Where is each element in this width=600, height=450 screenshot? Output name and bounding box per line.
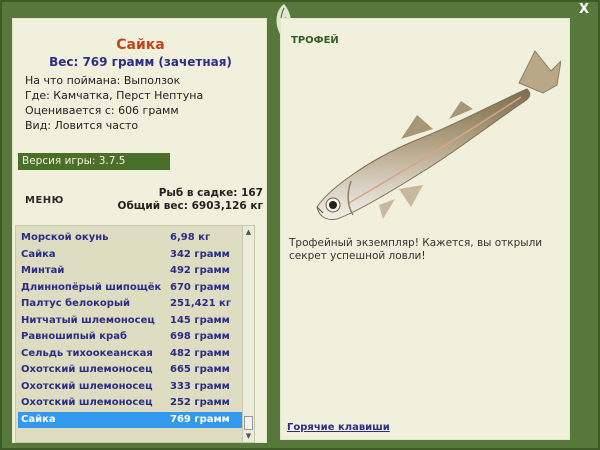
trophy-panel: ТРОФЕЙ Трофейный экземпляр! Кажется, вы … [280, 18, 570, 440]
catch-list-row[interactable]: Нитчатый шлемоносец 145 грамм [18, 313, 244, 329]
catch-list-row[interactable]: Сайка 769 грамм [18, 411, 244, 428]
catch-fish-name: Длиннопёрый шипощёк [21, 281, 162, 293]
catch-list-row[interactable]: Равношипый краб 698 грамм [18, 329, 244, 345]
catch-fish-name: Палтус белокорый [21, 298, 130, 309]
fish-info: На что поймана: Выползок Где: Камчатка, … [25, 73, 203, 133]
catch-fish-weight: 333 грамм [170, 380, 230, 392]
catch-fish-name: Морской окунь [21, 232, 109, 243]
catch-list-row[interactable]: Охотский шлемоносец 665 грамм [18, 362, 244, 378]
trophy-title: ТРОФЕЙ [291, 35, 339, 46]
fish-name: Сайка [116, 37, 165, 53]
catch-fish-weight: 252 грамм [170, 397, 230, 408]
catch-fish-name: Охотский шлемоносец [21, 397, 153, 408]
catch-fish-name: Охотский шлемоносец [21, 380, 153, 392]
catch-fish-name: Сайка [21, 413, 56, 425]
total-weight: Общий вес: 6903,126 кг [117, 200, 263, 212]
catch-fish-name: Сельдь тихоокеанская [21, 347, 153, 359]
catch-list-row[interactable]: Длиннопёрый шипощёк 670 грамм [18, 280, 244, 296]
trophy-message: Трофейный экземпляр! Кажется, вы открыли… [289, 237, 543, 262]
catch-fish-name: Нитчатый шлемоносец [21, 314, 155, 326]
fish-count: Рыб в садке: 167 [158, 187, 263, 199]
catch-list-row[interactable]: Минтай 492 грамм [18, 263, 244, 279]
catch-fish-weight: 769 грамм [170, 413, 230, 425]
rating-info: Оценивается с: 606 грамм [25, 104, 179, 117]
catch-list-row[interactable]: Охотский шлемоносец 252 грамм [18, 395, 244, 411]
catch-fish-name: Минтай [21, 265, 65, 276]
catch-fish-weight: 145 грамм [170, 314, 230, 326]
fish-weight: Вес: 769 грамм (зачетная) [49, 55, 232, 69]
scroll-thumb[interactable] [244, 416, 253, 430]
catch-fish-weight: 251,421 кг [170, 298, 232, 309]
catch-list-row[interactable]: Охотский шлемоносец 333 грамм [18, 379, 244, 395]
catch-fish-name: Охотский шлемоносец [21, 364, 153, 375]
hotkeys-link[interactable]: Горячие клавиши [287, 422, 390, 433]
catch-fish-weight: 342 грамм [170, 248, 230, 260]
fish-image [316, 50, 561, 220]
catch-fish-name: Сайка [21, 248, 56, 260]
catch-fish-weight: 670 грамм [170, 281, 230, 293]
catch-list-row[interactable]: Сельдь тихоокеанская 482 грамм [18, 346, 244, 362]
keepnet-stats: Рыб в садке: 167 Общий вес: 6903,126 кг [118, 187, 263, 213]
scroll-down-arrow-icon[interactable]: ▼ [243, 431, 254, 441]
catch-list-row[interactable]: Сайка 342 грамм [18, 247, 244, 263]
scroll-up-arrow-icon[interactable]: ▲ [243, 227, 254, 237]
game-version: Версия игры: 3.7.5 [18, 153, 170, 170]
frequency-info: Вид: Ловится часто [25, 119, 139, 132]
catch-fish-name: Равношипый краб [21, 331, 127, 342]
catch-fish-weight: 482 грамм [170, 347, 230, 359]
close-button[interactable]: X [576, 2, 592, 18]
catch-fish-weight: 492 грамм [170, 265, 230, 276]
catch-fish-weight: 6,98 кг [170, 232, 211, 243]
location-info: Где: Камчатка, Перст Нептуна [25, 89, 204, 102]
list-scrollbar[interactable]: ▲ ▼ [242, 226, 254, 442]
catch-fish-weight: 698 грамм [170, 331, 230, 342]
catch-list-row[interactable]: Палтус белокорый 251,421 кг [18, 296, 244, 312]
catch-fish-weight: 665 грамм [170, 364, 230, 375]
catch-info-panel: Сайка Вес: 769 грамм (зачетная) На что п… [12, 18, 267, 443]
bait-info: На что поймана: Выползок [25, 74, 181, 87]
catch-list-row[interactable]: Морской окунь 6,98 кг [18, 230, 244, 246]
menu-button[interactable]: МЕНЮ [25, 195, 64, 206]
catch-list[interactable]: Морской окунь 6,98 кг Сайка 342 грамм Минтай… [15, 225, 255, 443]
